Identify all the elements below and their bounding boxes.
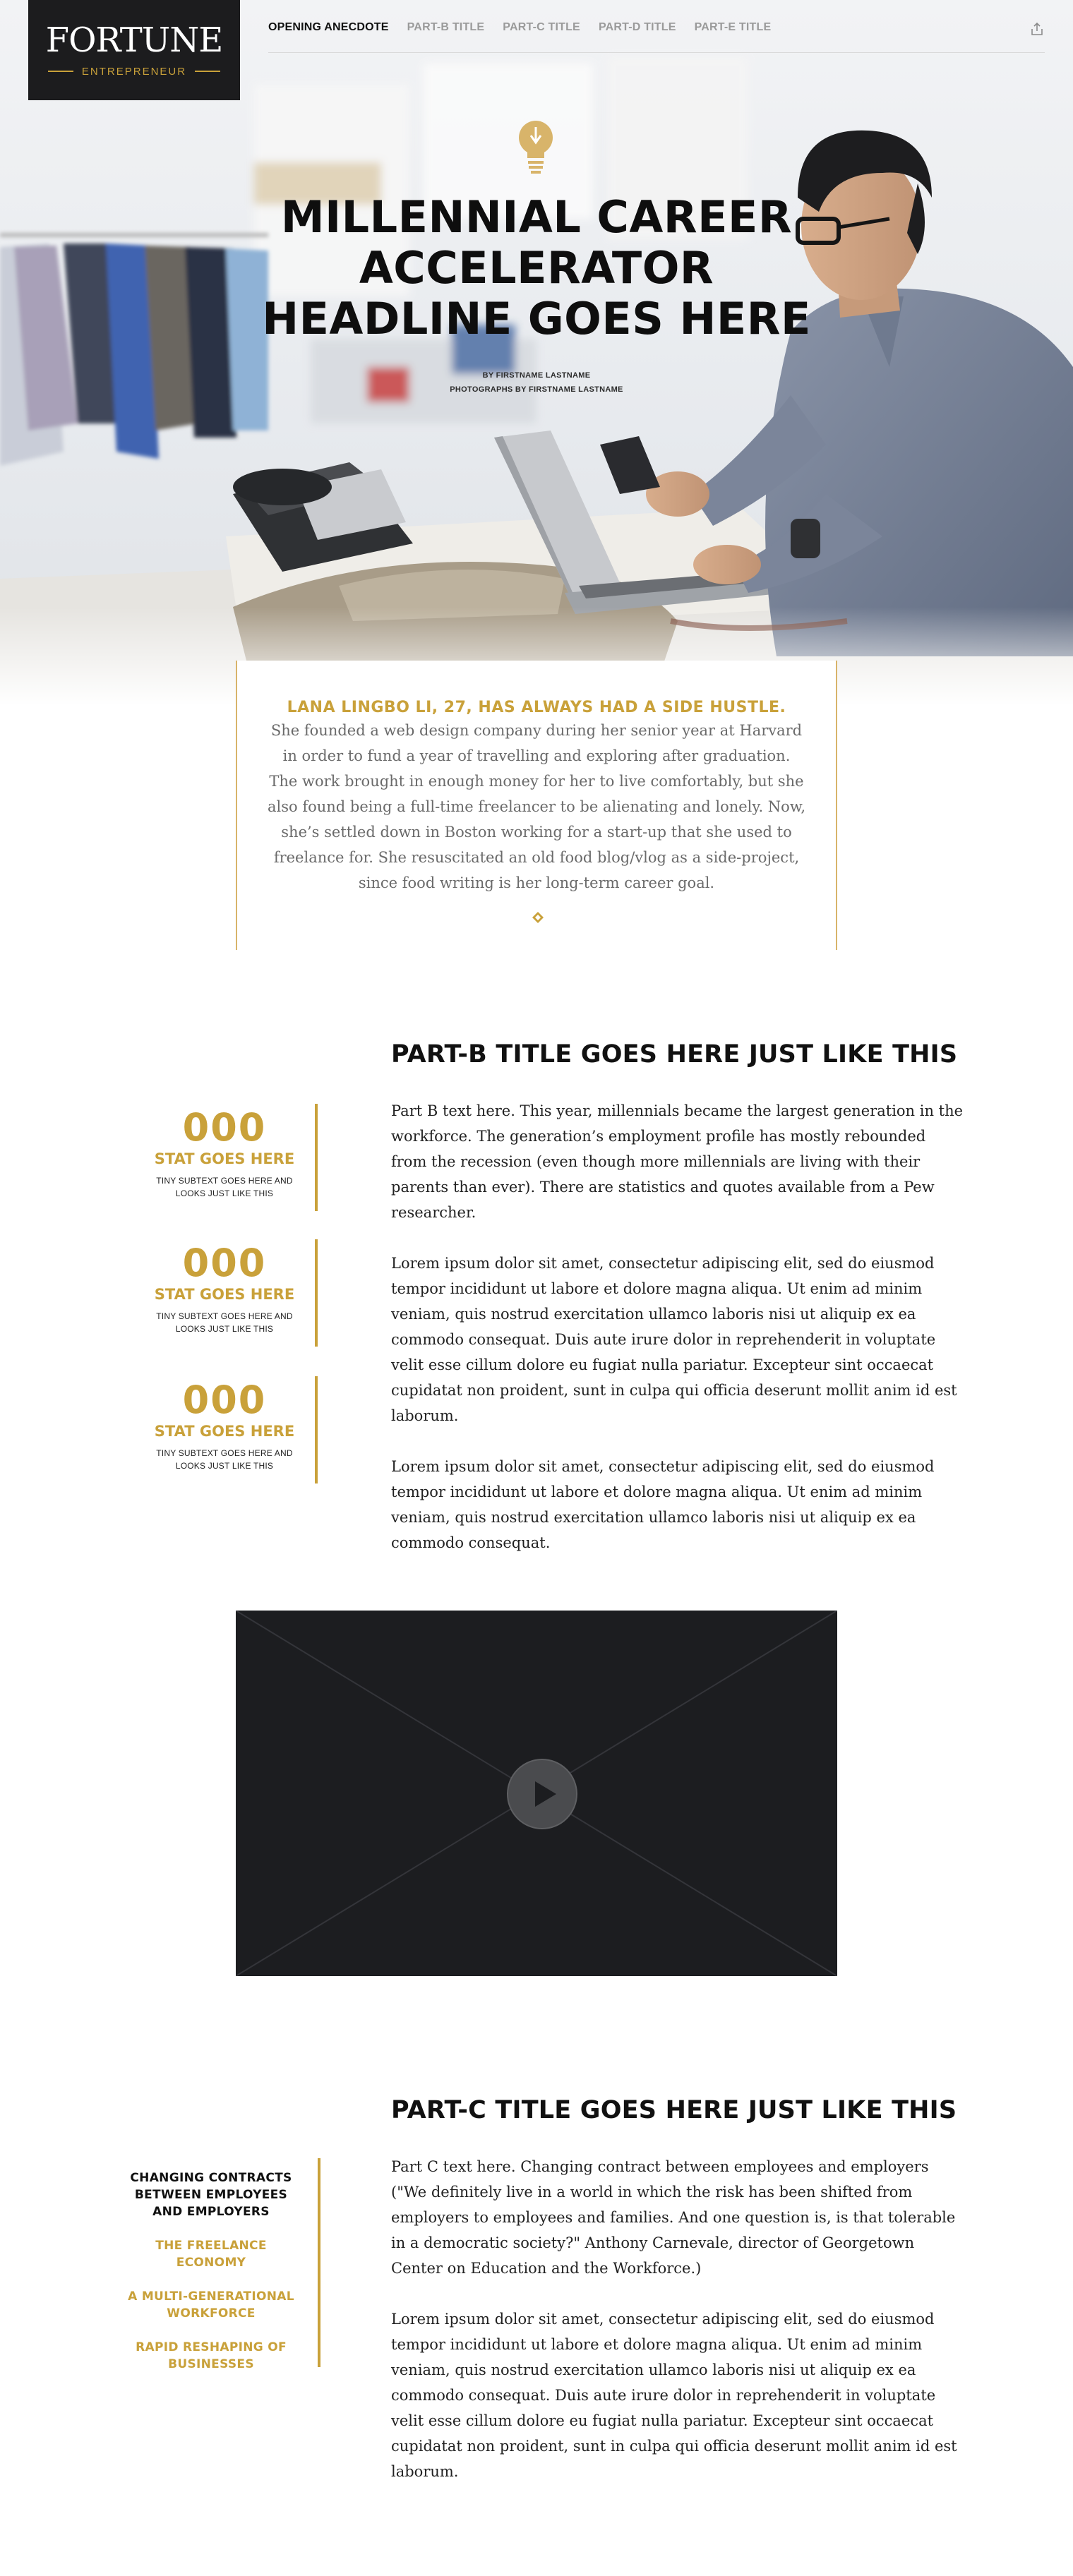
stat-number: 000 xyxy=(182,1241,267,1285)
sidebar-topic-multigenerational[interactable]: A MULTI-GENERATIONAL WORKFORCE xyxy=(120,2288,302,2322)
opening-anecdote: LANA LINGBO LI, 27, HAS ALWAYS HAD A SID… xyxy=(236,661,837,950)
logo-wordmark: FORTUNE xyxy=(45,20,223,60)
part-b-body: Part B text here. This year, millennials… xyxy=(391,1098,964,1581)
part-b-title: PART-B TITLE GOES HERE JUST LIKE THIS xyxy=(391,1040,958,1069)
part-c-sidebar: CHANGING CONTRACTS BETWEEN EMPLOYEES AND… xyxy=(113,2158,320,2371)
stat-block: 000 STAT GOES HERE TINY SUBTEXT GOES HER… xyxy=(134,1239,318,1347)
nav-divider xyxy=(268,52,1045,53)
top-navigation: OPENING ANECDOTE PART-B TITLE PART-C TIT… xyxy=(268,21,771,34)
intro-text: She founded a web design company during … xyxy=(268,722,805,891)
lightbulb-icon xyxy=(519,121,553,174)
stat-subtext: TINY SUBTEXT GOES HERE AND LOOKS JUST LI… xyxy=(134,1174,315,1200)
hero-image xyxy=(0,0,1073,706)
intro-lead: LANA LINGBO LI, 27, HAS ALWAYS HAD A SID… xyxy=(287,699,786,716)
stat-subtext: TINY SUBTEXT GOES HERE AND LOOKS JUST LI… xyxy=(134,1310,315,1335)
part-c-body: Part C text here. Changing contract betw… xyxy=(391,2154,964,2510)
nav-part-c[interactable]: PART-C TITLE xyxy=(503,21,580,34)
page-title: MILLENNIAL CAREER ACCELERATOR HEADLINE G… xyxy=(262,191,811,344)
author-byline: BY FIRSTNAME LASTNAME xyxy=(482,371,591,380)
part-b-paragraph: Lorem ipsum dolor sit amet, consectetur … xyxy=(391,1255,957,1424)
logo-subtitle: ENTREPRENEUR xyxy=(47,65,221,78)
stat-subtext: TINY SUBTEXT GOES HERE AND LOOKS JUST LI… xyxy=(134,1447,315,1472)
fortune-logo[interactable]: FORTUNE ENTREPRENEUR xyxy=(28,0,240,100)
part-c-paragraph: Lorem ipsum dolor sit amet, consectetur … xyxy=(391,2311,957,2480)
stat-block: 000 STAT GOES HERE TINY SUBTEXT GOES HER… xyxy=(134,1104,318,1211)
stat-number: 000 xyxy=(182,1105,267,1150)
stat-title: STAT GOES HERE xyxy=(154,1150,295,1167)
hero-photo xyxy=(0,0,1073,706)
stat-subtext-line: TINY SUBTEXT GOES HERE AND xyxy=(156,1448,293,1458)
byline: BY FIRSTNAME LASTNAME PHOTOGRAPHS BY FIR… xyxy=(395,368,678,397)
share-icon[interactable] xyxy=(1029,21,1045,37)
stat-number: 000 xyxy=(182,1378,267,1422)
nav-part-b[interactable]: PART-B TITLE xyxy=(407,21,485,34)
part-c-title: PART-C TITLE GOES HERE JUST LIKE THIS xyxy=(391,2096,957,2124)
play-icon xyxy=(535,1781,556,1807)
photo-credit: PHOTOGRAPHS BY FIRSTNAME LASTNAME xyxy=(450,385,623,394)
stat-block: 000 STAT GOES HERE TINY SUBTEXT GOES HER… xyxy=(134,1376,318,1483)
sidebar-topic-freelance[interactable]: THE FREELANCE ECONOMY xyxy=(120,2237,302,2271)
stat-subtext-line: LOOKS JUST LIKE THIS xyxy=(175,1461,274,1471)
nav-opening-anecdote[interactable]: OPENING ANECDOTE xyxy=(268,21,389,34)
stat-subtext-line: TINY SUBTEXT GOES HERE AND xyxy=(156,1311,293,1321)
sidebar-topic-reshaping[interactable]: RAPID RESHAPING OF BUSINESSES xyxy=(120,2339,302,2373)
part-b-paragraph: Part B text here. This year, millennials… xyxy=(391,1102,964,1221)
sidebar-heading: CHANGING CONTRACTS BETWEEN EMPLOYEES AND… xyxy=(130,2171,292,2219)
video-player[interactable] xyxy=(236,1611,837,1976)
play-button[interactable] xyxy=(507,1759,577,1829)
stat-subtext-line: LOOKS JUST LIKE THIS xyxy=(175,1324,274,1334)
nav-part-d[interactable]: PART-D TITLE xyxy=(599,21,676,34)
nav-part-e[interactable]: PART-E TITLE xyxy=(695,21,772,34)
stat-title: STAT GOES HERE xyxy=(154,1423,295,1440)
diamond-divider-icon xyxy=(532,912,544,923)
stat-subtext-line: LOOKS JUST LIKE THIS xyxy=(175,1188,274,1198)
part-c-paragraph: Part C text here. Changing contract betw… xyxy=(391,2158,956,2277)
stat-subtext-line: TINY SUBTEXT GOES HERE AND xyxy=(156,1176,293,1186)
logo-sub-label: ENTREPRENEUR xyxy=(81,65,187,78)
part-b-paragraph: Lorem ipsum dolor sit amet, consectetur … xyxy=(391,1458,935,1551)
stat-title: STAT GOES HERE xyxy=(154,1286,295,1303)
